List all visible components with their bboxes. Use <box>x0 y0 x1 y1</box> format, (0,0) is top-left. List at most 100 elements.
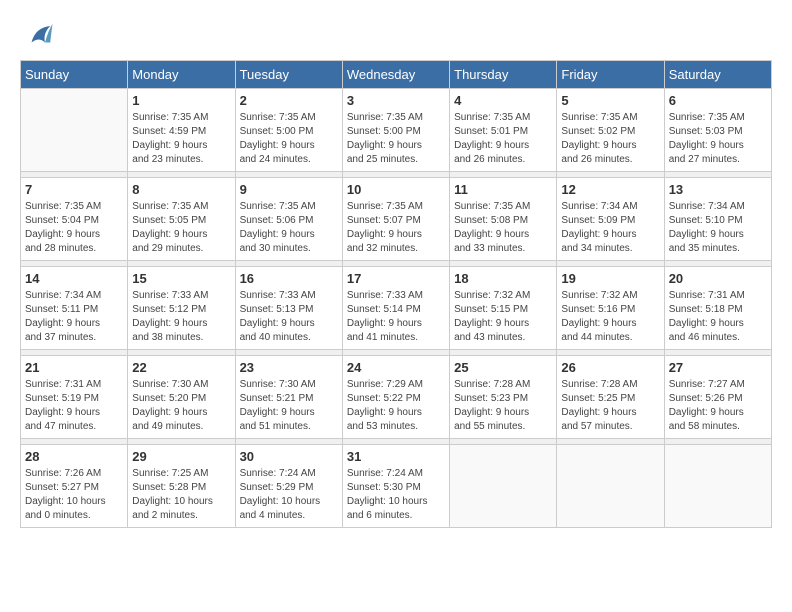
day-number: 14 <box>25 271 123 286</box>
col-header-sunday: Sunday <box>21 61 128 89</box>
calendar-cell: 19 Sunrise: 7:32 AM Sunset: 5:16 PM Dayli… <box>557 267 664 350</box>
day-number: 25 <box>454 360 552 375</box>
logo-bird-icon <box>24 20 54 50</box>
day-number: 15 <box>132 271 230 286</box>
col-header-thursday: Thursday <box>450 61 557 89</box>
day-number: 20 <box>669 271 767 286</box>
day-number: 27 <box>669 360 767 375</box>
day-info: Sunrise: 7:33 AM Sunset: 5:13 PM Dayligh… <box>240 289 338 345</box>
day-info: Sunrise: 7:34 AM Sunset: 5:10 PM Dayligh… <box>669 200 767 256</box>
calendar-cell <box>664 445 771 528</box>
day-number: 29 <box>132 449 230 464</box>
calendar-header-row: SundayMondayTuesdayWednesdayThursdayFrid… <box>21 61 772 89</box>
day-info: Sunrise: 7:25 AM Sunset: 5:28 PM Dayligh… <box>132 467 230 523</box>
calendar-cell: 13 Sunrise: 7:34 AM Sunset: 5:10 PM Dayli… <box>664 178 771 261</box>
calendar-week-row: 7 Sunrise: 7:35 AM Sunset: 5:04 PM Daylig… <box>21 178 772 261</box>
day-info: Sunrise: 7:34 AM Sunset: 5:11 PM Dayligh… <box>25 289 123 345</box>
day-info: Sunrise: 7:35 AM Sunset: 5:08 PM Dayligh… <box>454 200 552 256</box>
day-info: Sunrise: 7:24 AM Sunset: 5:29 PM Dayligh… <box>240 467 338 523</box>
day-number: 9 <box>240 182 338 197</box>
calendar-cell: 14 Sunrise: 7:34 AM Sunset: 5:11 PM Dayli… <box>21 267 128 350</box>
day-info: Sunrise: 7:26 AM Sunset: 5:27 PM Dayligh… <box>25 467 123 523</box>
calendar-cell: 26 Sunrise: 7:28 AM Sunset: 5:25 PM Dayli… <box>557 356 664 439</box>
day-number: 30 <box>240 449 338 464</box>
col-header-saturday: Saturday <box>664 61 771 89</box>
day-info: Sunrise: 7:35 AM Sunset: 5:00 PM Dayligh… <box>240 111 338 167</box>
day-number: 2 <box>240 93 338 108</box>
day-info: Sunrise: 7:24 AM Sunset: 5:30 PM Dayligh… <box>347 467 445 523</box>
day-info: Sunrise: 7:29 AM Sunset: 5:22 PM Dayligh… <box>347 378 445 434</box>
calendar-week-row: 28 Sunrise: 7:26 AM Sunset: 5:27 PM Dayli… <box>21 445 772 528</box>
calendar-cell <box>21 89 128 172</box>
day-number: 23 <box>240 360 338 375</box>
day-info: Sunrise: 7:34 AM Sunset: 5:09 PM Dayligh… <box>561 200 659 256</box>
calendar-cell: 28 Sunrise: 7:26 AM Sunset: 5:27 PM Dayli… <box>21 445 128 528</box>
day-info: Sunrise: 7:28 AM Sunset: 5:23 PM Dayligh… <box>454 378 552 434</box>
calendar-cell: 8Sunrise: 7:35 AM Sunset: 5:05 PM Daylig… <box>128 178 235 261</box>
calendar-week-row: 14 Sunrise: 7:34 AM Sunset: 5:11 PM Dayli… <box>21 267 772 350</box>
calendar-cell: 23 Sunrise: 7:30 AM Sunset: 5:21 PM Dayli… <box>235 356 342 439</box>
calendar-cell: 22 Sunrise: 7:30 AM Sunset: 5:20 PM Dayli… <box>128 356 235 439</box>
day-number: 4 <box>454 93 552 108</box>
calendar-cell: 31 Sunrise: 7:24 AM Sunset: 5:30 PM Dayli… <box>342 445 449 528</box>
calendar-week-row: 1Sunrise: 7:35 AM Sunset: 4:59 PM Daylig… <box>21 89 772 172</box>
calendar-cell: 17Sunrise: 7:33 AM Sunset: 5:14 PM Dayli… <box>342 267 449 350</box>
day-info: Sunrise: 7:33 AM Sunset: 5:12 PM Dayligh… <box>132 289 230 345</box>
day-number: 28 <box>25 449 123 464</box>
day-number: 24 <box>347 360 445 375</box>
calendar-cell: 2 Sunrise: 7:35 AM Sunset: 5:00 PM Daylig… <box>235 89 342 172</box>
logo <box>20 20 54 50</box>
col-header-wednesday: Wednesday <box>342 61 449 89</box>
day-info: Sunrise: 7:28 AM Sunset: 5:25 PM Dayligh… <box>561 378 659 434</box>
day-number: 31 <box>347 449 445 464</box>
day-info: Sunrise: 7:35 AM Sunset: 5:07 PM Dayligh… <box>347 200 445 256</box>
day-number: 19 <box>561 271 659 286</box>
calendar-cell: 27Sunrise: 7:27 AM Sunset: 5:26 PM Dayli… <box>664 356 771 439</box>
day-number: 3 <box>347 93 445 108</box>
day-info: Sunrise: 7:32 AM Sunset: 5:15 PM Dayligh… <box>454 289 552 345</box>
calendar-cell: 11 Sunrise: 7:35 AM Sunset: 5:08 PM Dayli… <box>450 178 557 261</box>
day-number: 7 <box>25 182 123 197</box>
day-info: Sunrise: 7:32 AM Sunset: 5:16 PM Dayligh… <box>561 289 659 345</box>
calendar-cell: 6 Sunrise: 7:35 AM Sunset: 5:03 PM Daylig… <box>664 89 771 172</box>
day-number: 17 <box>347 271 445 286</box>
day-number: 8 <box>132 182 230 197</box>
col-header-friday: Friday <box>557 61 664 89</box>
day-number: 6 <box>669 93 767 108</box>
calendar-cell: 20 Sunrise: 7:31 AM Sunset: 5:18 PM Dayli… <box>664 267 771 350</box>
day-number: 13 <box>669 182 767 197</box>
calendar-cell: 4 Sunrise: 7:35 AM Sunset: 5:01 PM Daylig… <box>450 89 557 172</box>
day-info: Sunrise: 7:35 AM Sunset: 5:03 PM Dayligh… <box>669 111 767 167</box>
calendar-cell: 9Sunrise: 7:35 AM Sunset: 5:06 PM Daylig… <box>235 178 342 261</box>
day-number: 11 <box>454 182 552 197</box>
calendar-cell: 30 Sunrise: 7:24 AM Sunset: 5:29 PM Dayli… <box>235 445 342 528</box>
day-number: 10 <box>347 182 445 197</box>
day-info: Sunrise: 7:30 AM Sunset: 5:20 PM Dayligh… <box>132 378 230 434</box>
day-number: 21 <box>25 360 123 375</box>
day-info: Sunrise: 7:31 AM Sunset: 5:18 PM Dayligh… <box>669 289 767 345</box>
calendar-cell: 25 Sunrise: 7:28 AM Sunset: 5:23 PM Dayli… <box>450 356 557 439</box>
calendar-week-row: 21 Sunrise: 7:31 AM Sunset: 5:19 PM Dayli… <box>21 356 772 439</box>
calendar-cell: 21 Sunrise: 7:31 AM Sunset: 5:19 PM Dayli… <box>21 356 128 439</box>
calendar-cell: 29 Sunrise: 7:25 AM Sunset: 5:28 PM Dayli… <box>128 445 235 528</box>
day-info: Sunrise: 7:31 AM Sunset: 5:19 PM Dayligh… <box>25 378 123 434</box>
calendar-cell <box>557 445 664 528</box>
calendar-cell <box>450 445 557 528</box>
day-info: Sunrise: 7:35 AM Sunset: 5:02 PM Dayligh… <box>561 111 659 167</box>
day-number: 1 <box>132 93 230 108</box>
day-info: Sunrise: 7:35 AM Sunset: 5:00 PM Dayligh… <box>347 111 445 167</box>
calendar-cell: 16 Sunrise: 7:33 AM Sunset: 5:13 PM Dayli… <box>235 267 342 350</box>
day-number: 16 <box>240 271 338 286</box>
calendar-cell: 1Sunrise: 7:35 AM Sunset: 4:59 PM Daylig… <box>128 89 235 172</box>
day-info: Sunrise: 7:30 AM Sunset: 5:21 PM Dayligh… <box>240 378 338 434</box>
day-info: Sunrise: 7:35 AM Sunset: 5:04 PM Dayligh… <box>25 200 123 256</box>
col-header-tuesday: Tuesday <box>235 61 342 89</box>
day-number: 5 <box>561 93 659 108</box>
day-info: Sunrise: 7:35 AM Sunset: 5:01 PM Dayligh… <box>454 111 552 167</box>
day-number: 26 <box>561 360 659 375</box>
day-number: 22 <box>132 360 230 375</box>
calendar-cell: 12Sunrise: 7:34 AM Sunset: 5:09 PM Dayli… <box>557 178 664 261</box>
calendar-cell: 24 Sunrise: 7:29 AM Sunset: 5:22 PM Dayli… <box>342 356 449 439</box>
col-header-monday: Monday <box>128 61 235 89</box>
day-number: 18 <box>454 271 552 286</box>
